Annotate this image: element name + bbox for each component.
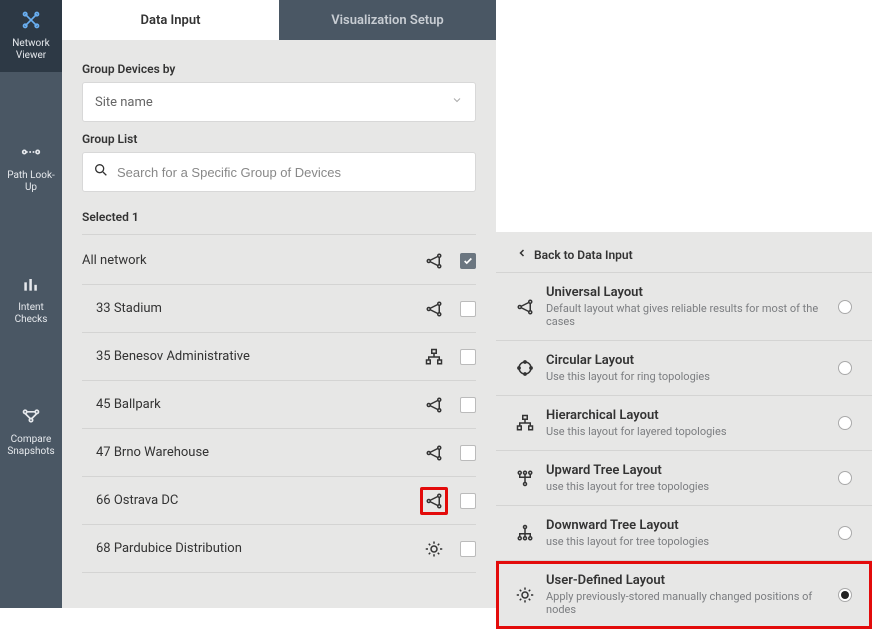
layout-option-hierarchical[interactable]: Hierarchical Layout Use this layout for l…: [496, 396, 872, 451]
layout-list: Universal Layout Default layout what give…: [496, 273, 872, 629]
topology-icon[interactable]: [420, 487, 448, 515]
circular-layout-icon: [516, 359, 534, 377]
down-tree-layout-icon: [516, 524, 534, 542]
group-row[interactable]: 33 Stadium: [82, 285, 476, 333]
app-sidebar: Network Viewer Path Look-Up Intent Check…: [0, 0, 62, 608]
layout-title: Universal Layout: [546, 285, 826, 300]
group-row[interactable]: 68 Pardubice Distribution: [82, 525, 476, 573]
chevron-down-icon: [451, 94, 463, 110]
layout-desc: use this layout for tree topologies: [546, 480, 826, 493]
layout-panel: Back to Data Input Universal Layout Defau…: [496, 232, 872, 629]
group-list-label: Group List: [82, 132, 476, 146]
layout-text: Universal Layout Default layout what give…: [546, 285, 826, 328]
sidebar-item-label: Path Look-Up: [2, 170, 60, 194]
group-row[interactable]: 47 Brno Warehouse: [82, 429, 476, 477]
chevron-left-icon: [516, 247, 528, 262]
compare-snapshots-icon: [21, 406, 41, 430]
group-checkbox[interactable]: [460, 349, 476, 365]
group-by-select[interactable]: Site name: [82, 82, 476, 122]
sidebar-item-path-lookup[interactable]: Path Look-Up: [0, 132, 62, 204]
layout-radio[interactable]: [838, 416, 852, 430]
group-row[interactable]: 45 Ballpark: [82, 381, 476, 429]
layout-desc: Default layout what gives reliable resul…: [546, 302, 826, 328]
sidebar-item-label: Compare Snapshots: [2, 434, 60, 458]
layout-desc: Apply previously-stored manually changed…: [546, 590, 826, 616]
topology-icon[interactable]: [420, 343, 448, 371]
tab-visualization-setup[interactable]: Visualization Setup: [279, 0, 496, 40]
layout-title: Hierarchical Layout: [546, 408, 826, 423]
layout-text: Circular Layout Use this layout for ring …: [546, 353, 826, 383]
layout-desc: Use this layout for ring topologies: [546, 370, 826, 383]
path-lookup-icon: [21, 142, 41, 166]
group-checkbox[interactable]: [460, 445, 476, 461]
group-name: All network: [82, 253, 420, 268]
topology-icon[interactable]: [420, 391, 448, 419]
hierarchical-layout-icon: [516, 414, 534, 432]
sidebar-item-label: Network Viewer: [2, 38, 60, 62]
sidebar-item-compare-snapshots[interactable]: Compare Snapshots: [0, 396, 62, 468]
intent-checks-icon: [21, 274, 41, 298]
group-checkbox[interactable]: [460, 253, 476, 269]
layout-text: User-Defined Layout Apply previously-stor…: [546, 573, 826, 616]
group-row[interactable]: 35 Benesov Administrative: [82, 333, 476, 381]
left-panel: Data Input Visualization Setup Group Dev…: [62, 0, 496, 608]
layout-option-universal[interactable]: Universal Layout Default layout what give…: [496, 273, 872, 341]
group-row[interactable]: All network: [82, 237, 476, 285]
tab-data-input[interactable]: Data Input: [62, 0, 279, 40]
group-name: 33 Stadium: [82, 301, 420, 316]
group-checkbox[interactable]: [460, 301, 476, 317]
group-row[interactable]: 66 Ostrava DC: [82, 477, 476, 525]
layout-radio[interactable]: [838, 526, 852, 540]
universal-layout-icon: [516, 298, 534, 316]
select-value: Site name: [95, 95, 153, 110]
layout-radio[interactable]: [838, 361, 852, 375]
topology-icon[interactable]: [420, 439, 448, 467]
layout-option-up-tree[interactable]: Upward Tree Layout use this layout for tr…: [496, 451, 872, 506]
group-by-label: Group Devices by: [82, 62, 476, 76]
group-checkbox[interactable]: [460, 397, 476, 413]
layout-text: Downward Tree Layout use this layout for …: [546, 518, 826, 548]
group-name: 47 Brno Warehouse: [82, 445, 420, 460]
layout-text: Upward Tree Layout use this layout for tr…: [546, 463, 826, 493]
layout-option-circular[interactable]: Circular Layout Use this layout for ring …: [496, 341, 872, 396]
topology-icon[interactable]: [420, 247, 448, 275]
sidebar-item-label: Intent Checks: [2, 302, 60, 326]
user-layout-icon: [516, 586, 534, 604]
sidebar-item-network-viewer[interactable]: Network Viewer: [0, 0, 62, 72]
layout-desc: use this layout for tree topologies: [546, 535, 826, 548]
layout-text: Hierarchical Layout Use this layout for l…: [546, 408, 826, 438]
group-checkbox[interactable]: [460, 541, 476, 557]
group-name: 68 Pardubice Distribution: [82, 541, 420, 556]
group-search[interactable]: [82, 152, 476, 192]
layout-radio[interactable]: [838, 300, 852, 314]
layout-title: Downward Tree Layout: [546, 518, 826, 533]
group-name: 35 Benesov Administrative: [82, 349, 420, 364]
group-rows: All network 33 Stadium 35 Benesov Administ…: [82, 237, 476, 573]
group-name: 45 Ballpark: [82, 397, 420, 412]
group-checkbox[interactable]: [460, 493, 476, 509]
panel-body: Group Devices by Site name Group List Se…: [62, 40, 496, 608]
layout-title: User-Defined Layout: [546, 573, 826, 588]
up-tree-layout-icon: [516, 469, 534, 487]
layout-desc: Use this layout for layered topologies: [546, 425, 826, 438]
layout-option-user[interactable]: User-Defined Layout Apply previously-stor…: [496, 561, 872, 629]
search-input[interactable]: [117, 165, 465, 180]
back-to-data-input[interactable]: Back to Data Input: [496, 247, 872, 273]
layout-radio[interactable]: [838, 471, 852, 485]
layout-option-down-tree[interactable]: Downward Tree Layout use this layout for …: [496, 506, 872, 561]
back-label: Back to Data Input: [534, 248, 633, 262]
layout-title: Circular Layout: [546, 353, 826, 368]
selected-count: Selected 1: [82, 210, 139, 224]
tabs: Data Input Visualization Setup: [62, 0, 496, 40]
search-icon: [93, 162, 109, 182]
group-name: 66 Ostrava DC: [82, 493, 420, 508]
right-side: Back to Data Input Universal Layout Defau…: [496, 0, 872, 608]
topology-icon[interactable]: [420, 535, 448, 563]
sidebar-item-intent-checks[interactable]: Intent Checks: [0, 264, 62, 336]
layout-title: Upward Tree Layout: [546, 463, 826, 478]
topology-icon[interactable]: [420, 295, 448, 323]
layout-radio[interactable]: [838, 588, 852, 602]
network-viewer-icon: [21, 10, 41, 34]
